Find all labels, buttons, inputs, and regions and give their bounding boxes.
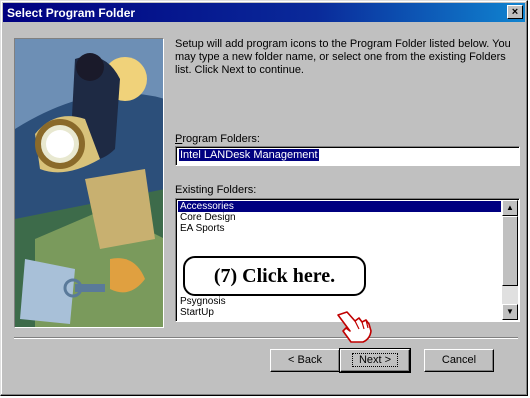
cancel-button-label: Cancel [441,354,477,366]
setup-description: Setup will add program icons to the Prog… [175,38,511,76]
arrow-down-icon[interactable]: ▼ [502,304,518,320]
list-item[interactable]: Core Design [178,212,501,223]
back-button[interactable]: < Back [270,349,340,372]
window-title: Select Program Folder [7,5,136,20]
next-button-label: Next > [351,353,399,367]
arrow-up-icon[interactable]: ▲ [502,200,518,216]
cancel-button[interactable]: Cancel [424,349,494,372]
program-folders-label: Program Folders: [175,133,260,145]
back-button-label: < Back [288,354,322,366]
close-icon[interactable]: × [507,5,523,19]
list-item[interactable]: Accessories [178,201,501,212]
list-item[interactable]: Psygnosis [178,296,501,307]
list-items-top: Accessories Core Design EA Sports [178,201,501,234]
list-scrollbar[interactable]: ▲ ▼ [502,200,518,320]
next-button[interactable]: Next > [339,348,411,373]
illustration-image [15,39,163,327]
program-folder-value: Intel LANDesk Management [179,149,319,161]
setup-illustration [14,38,164,328]
title-bar: Select Program Folder × [3,3,525,22]
list-item[interactable]: EA Sports [178,223,501,234]
scroll-thumb[interactable] [502,216,518,286]
existing-folders-label: Existing Folders: [175,184,257,196]
program-folder-input[interactable]: Intel LANDesk Management [175,146,520,166]
button-divider [14,337,518,339]
instruction-callout: (7) Click here. [183,256,366,296]
hand-pointer-icon [337,311,372,343]
